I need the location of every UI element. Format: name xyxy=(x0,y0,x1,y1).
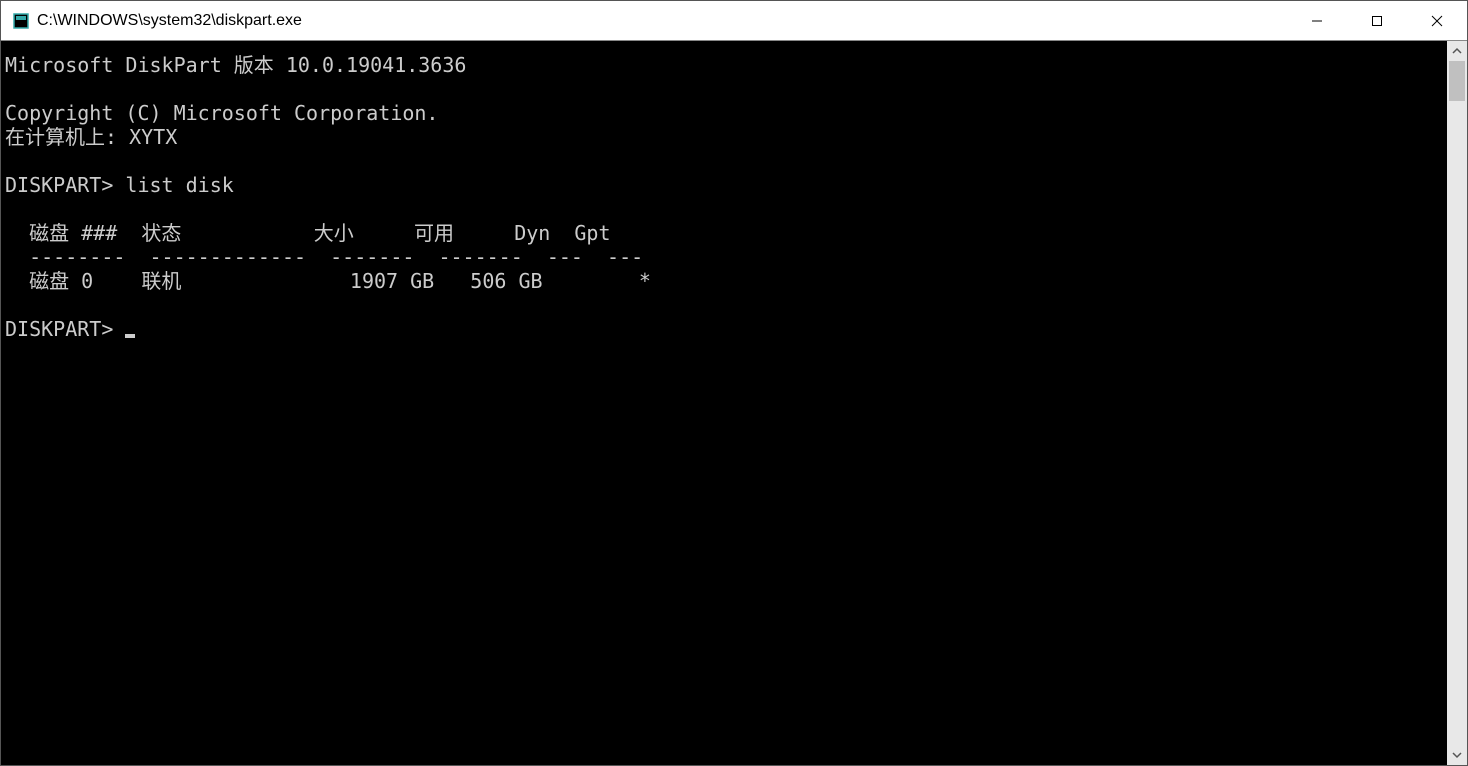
table-header: 磁盘 ### 状态 大小 可用 Dyn Gpt xyxy=(5,221,611,245)
console-output[interactable]: Microsoft DiskPart 版本 10.0.19041.3636 Co… xyxy=(1,41,1447,765)
close-button[interactable] xyxy=(1407,1,1467,40)
version-line: Microsoft DiskPart 版本 10.0.19041.3636 xyxy=(5,53,466,77)
table-divider: -------- ------------- ------- ------- -… xyxy=(5,245,643,269)
cursor xyxy=(125,334,135,338)
computer-line: 在计算机上: XYTX xyxy=(5,125,177,149)
window-title: C:\WINDOWS\system32\diskpart.exe xyxy=(37,12,1287,30)
maximize-button[interactable] xyxy=(1347,1,1407,40)
console-area: Microsoft DiskPart 版本 10.0.19041.3636 Co… xyxy=(1,41,1467,765)
titlebar: C:\WINDOWS\system32\diskpart.exe xyxy=(1,1,1467,41)
window-controls xyxy=(1287,1,1467,40)
table-row: 磁盘 0 联机 1907 GB 506 GB * xyxy=(5,269,651,293)
scroll-down-arrow[interactable] xyxy=(1447,745,1467,765)
scroll-thumb[interactable] xyxy=(1449,61,1465,101)
scroll-track[interactable] xyxy=(1447,61,1467,745)
prompt-line-1: DISKPART> list disk xyxy=(5,173,234,197)
minimize-button[interactable] xyxy=(1287,1,1347,40)
app-icon xyxy=(13,13,29,29)
copyright-line: Copyright (C) Microsoft Corporation. xyxy=(5,101,438,125)
prompt-line-2: DISKPART> xyxy=(5,317,125,341)
vertical-scrollbar[interactable] xyxy=(1447,41,1467,765)
scroll-up-arrow[interactable] xyxy=(1447,41,1467,61)
